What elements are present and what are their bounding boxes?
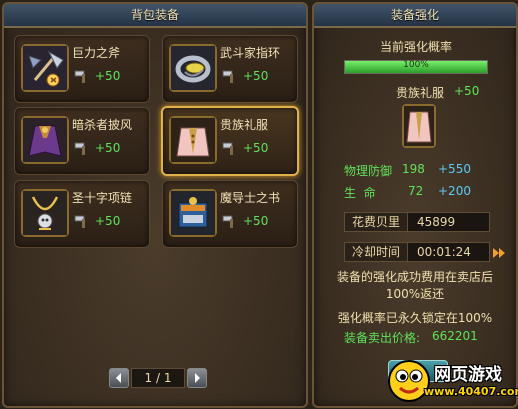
stat-life-value: 72 <box>408 184 424 198</box>
refund-note-line1: 装备的强化成功费用在卖店后 <box>336 270 493 284</box>
strengthen-panel: 装备强化 当前强化概率 100% 贵族礼服 +50 物理防御 198 +550 … <box>312 2 518 408</box>
pagination: 1 / 1 <box>109 368 207 388</box>
chevron-left-icon <box>116 373 121 383</box>
site-watermark: 网页游戏 www.40407.com <box>384 352 518 407</box>
backpack-title: 背包装备 <box>4 4 306 28</box>
strengthen-title: 装备强化 <box>314 4 516 28</box>
item-bonus: +50 <box>243 214 269 228</box>
equipment-slot-ring[interactable]: 武斗家指环 +50 <box>162 35 298 103</box>
item-bonus: +50 <box>243 69 269 83</box>
double-arrow-icon <box>493 248 505 258</box>
chevron-right-icon <box>195 373 200 383</box>
equipment-slot-robe[interactable]: 贵族礼服 +50 <box>161 106 299 176</box>
rate-label: 当前强化概率 <box>380 40 453 54</box>
watermark-text: 网页游戏 <box>434 365 502 385</box>
hammer-icon <box>221 213 237 229</box>
item-bonus: +50 <box>243 141 269 155</box>
watermark-url: www.40407.com <box>424 385 518 398</box>
equipment-slot-cloak[interactable]: 暗杀者披风 +50 <box>14 107 150 175</box>
hammer-icon <box>73 213 89 229</box>
cooldown-label: 冷却时间 <box>345 243 408 261</box>
item-bonus: +50 <box>95 214 121 228</box>
backpack-panel: 背包装备 巨力之斧 +50 武斗家指环 +50 暗杀者披风 +50 贵族礼服 +… <box>2 2 308 408</box>
item-name: 圣十字项链 <box>72 191 133 205</box>
selected-item-name: 贵族礼服 <box>396 86 445 100</box>
hammer-icon <box>73 68 89 84</box>
selected-item-icon <box>402 104 436 148</box>
cost-field: 花费贝里 45899 <box>344 212 490 232</box>
speedup-button[interactable] <box>490 244 508 262</box>
robe-icon <box>404 106 434 146</box>
cooldown-value: 00:01:24 <box>417 245 471 259</box>
hammer-icon <box>221 68 237 84</box>
item-name: 暗杀者披风 <box>72 118 133 132</box>
cost-value: 45899 <box>417 215 456 229</box>
equipment-slot-axe[interactable]: 巨力之斧 +50 <box>14 35 150 103</box>
next-page-button[interactable] <box>187 368 207 388</box>
rate-lock-note: 强化概率已永久锁定在100% <box>337 311 493 325</box>
stat-life-bonus: +200 <box>438 184 471 198</box>
stat-defense-bonus: +550 <box>438 162 471 176</box>
hammer-icon <box>73 140 89 156</box>
item-name: 武斗家指环 <box>220 46 281 60</box>
equipment-slot-necklace[interactable]: 圣十字项链 +50 <box>14 180 150 248</box>
item-name: 魔导士之书 <box>220 191 281 205</box>
item-bonus: +50 <box>95 141 121 155</box>
stat-defense-value: 198 <box>402 162 425 176</box>
refund-note-line2: 100%返还 <box>385 287 445 301</box>
sell-price-label: 装备卖出价格: <box>344 331 421 345</box>
hammer-icon <box>221 140 237 156</box>
page-indicator: 1 / 1 <box>131 368 185 388</box>
robe-icon <box>169 116 217 164</box>
ring-icon <box>169 44 217 92</box>
stat-defense-label: 物理防御 <box>344 164 393 178</box>
necklace-icon <box>21 189 69 237</box>
cloak-icon <box>21 116 69 164</box>
sell-price-value: 662201 <box>432 329 478 343</box>
equipment-slot-book[interactable]: 魔导士之书 +50 <box>162 180 298 248</box>
prev-page-button[interactable] <box>109 368 129 388</box>
axe-icon <box>21 44 69 92</box>
rate-progress-bar: 100% <box>344 60 488 74</box>
stat-life-label: 生 命 <box>344 186 376 200</box>
selected-item-bonus: +50 <box>454 84 480 98</box>
book-icon <box>169 189 217 237</box>
item-bonus: +50 <box>95 69 121 83</box>
rate-percent: 100% <box>403 60 429 70</box>
cost-label: 花费贝里 <box>345 213 408 231</box>
item-name: 贵族礼服 <box>220 118 269 132</box>
cooldown-field: 冷却时间 00:01:24 <box>344 242 490 262</box>
item-name: 巨力之斧 <box>72 46 121 60</box>
